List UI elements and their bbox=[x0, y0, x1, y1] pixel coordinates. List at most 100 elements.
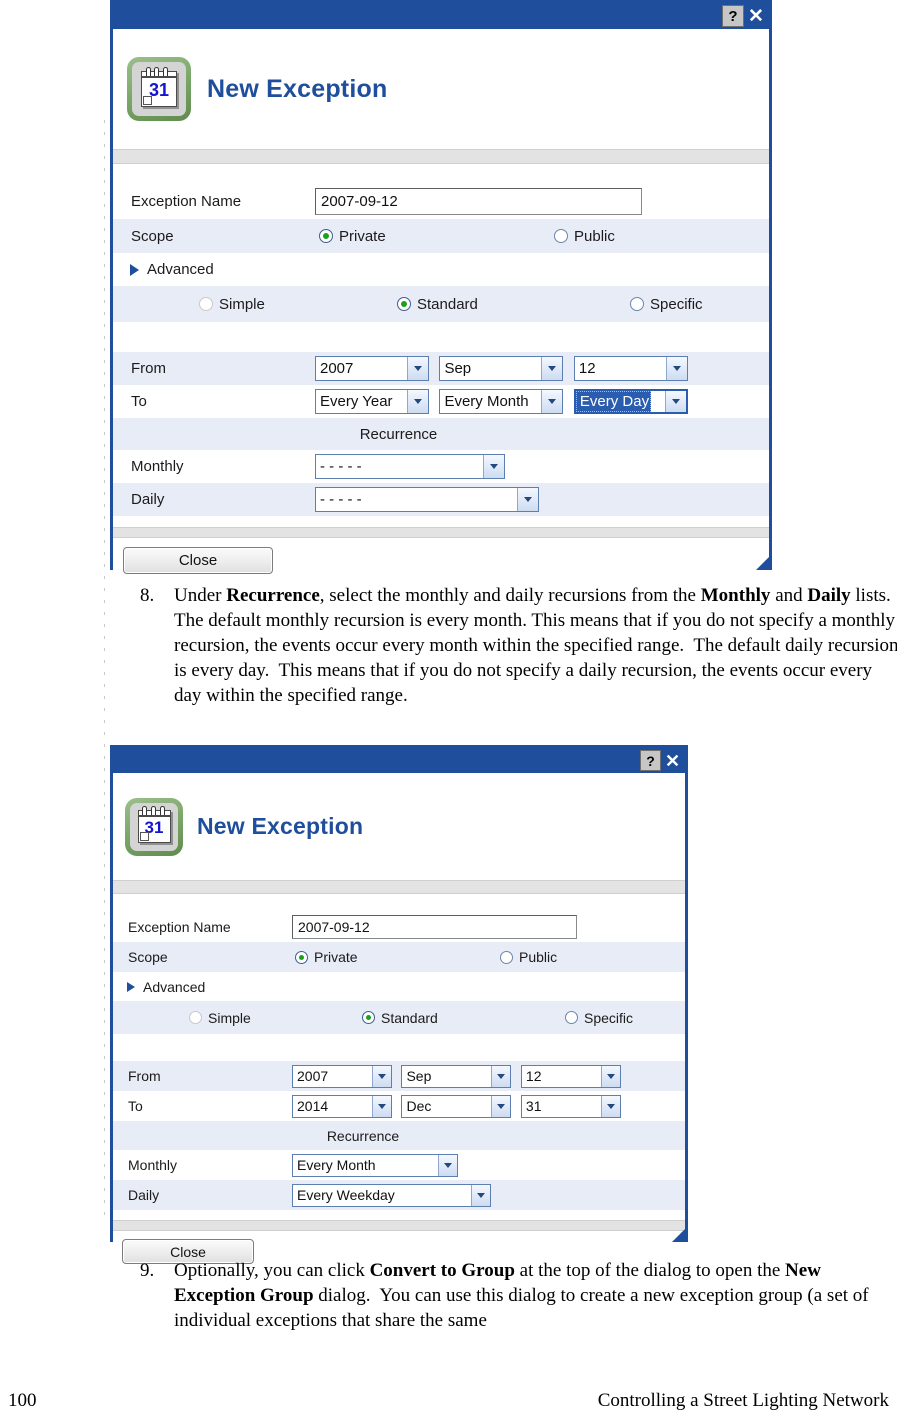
step-9-text: Optionally, you can click Convert to Gro… bbox=[174, 1260, 869, 1331]
from-year-select[interactable]: 2007 bbox=[315, 356, 429, 381]
chevron-down-icon[interactable] bbox=[407, 357, 428, 380]
mode-option-standard[interactable]: Standard bbox=[288, 1010, 493, 1026]
to-day-value: 31 bbox=[525, 1098, 542, 1114]
monthly-value: - - - - - bbox=[320, 458, 362, 475]
to-row: To Every Year Every Month Every Day bbox=[113, 385, 769, 418]
scope-row: Scope Private Public bbox=[113, 219, 769, 253]
radio-icon bbox=[295, 950, 308, 964]
to-month-value: Dec bbox=[406, 1098, 432, 1114]
exception-name-label: Exception Name bbox=[113, 911, 288, 942]
monthly-value: Every Month bbox=[297, 1157, 376, 1173]
to-month-select[interactable]: Dec bbox=[401, 1094, 512, 1118]
scope-label: Scope bbox=[113, 219, 311, 253]
monthly-select[interactable]: Every Month bbox=[292, 1153, 458, 1177]
chevron-down-icon[interactable] bbox=[491, 1065, 511, 1087]
help-icon[interactable]: ? bbox=[722, 5, 744, 27]
chevron-down-icon[interactable] bbox=[438, 1154, 457, 1176]
chevron-down-icon[interactable] bbox=[665, 357, 687, 380]
advanced-row: Advanced bbox=[113, 972, 685, 1001]
mode-option-specific-label: Specific bbox=[584, 1009, 634, 1026]
mode-option-specific[interactable]: Specific bbox=[493, 1010, 685, 1026]
scope-option-public[interactable]: Public bbox=[546, 228, 769, 245]
header-divider-band bbox=[113, 149, 769, 164]
dialog-title: New Exception bbox=[197, 813, 364, 839]
close-icon[interactable]: ✕ bbox=[746, 6, 766, 26]
scan-artifact-rule bbox=[104, 120, 105, 1220]
exception-name-input[interactable]: 2007-09-12 bbox=[292, 914, 577, 939]
advanced-toggle[interactable]: Advanced bbox=[113, 979, 685, 995]
to-year-select[interactable]: 2014 bbox=[292, 1094, 392, 1118]
chevron-down-icon[interactable] bbox=[541, 357, 563, 380]
from-year-select[interactable]: 2007 bbox=[292, 1064, 392, 1088]
new-exception-dialog-1: ? ✕ 31 New Exception Exception Name 2007… bbox=[110, 0, 772, 594]
from-day-select[interactable]: 12 bbox=[573, 356, 688, 381]
mode-option-simple[interactable]: Simple bbox=[113, 296, 311, 313]
scope-option-public[interactable]: Public bbox=[493, 949, 685, 965]
recurrence-header-row: Recurrence bbox=[113, 418, 769, 450]
new-exception-dialog-2: ? ✕ 31 New Exception Exception Name 2007… bbox=[110, 745, 688, 1281]
chevron-right-icon bbox=[130, 263, 139, 276]
to-day-select[interactable]: 31 bbox=[520, 1094, 621, 1118]
chevron-down-icon[interactable] bbox=[483, 455, 504, 478]
daily-select[interactable]: Every Weekday bbox=[292, 1183, 491, 1207]
chevron-down-icon[interactable] bbox=[372, 1095, 391, 1117]
header-divider-band bbox=[113, 880, 685, 894]
exception-form: Exception Name 2007-09-12 Scope Private bbox=[113, 184, 769, 516]
mode-row: Simple Standard Specific bbox=[113, 1001, 685, 1034]
from-month-value: Sep bbox=[444, 360, 472, 377]
from-month-select[interactable]: Sep bbox=[439, 356, 564, 381]
mode-option-standard[interactable]: Standard bbox=[311, 296, 546, 313]
mode-option-simple[interactable]: Simple bbox=[113, 1010, 288, 1026]
document-page: ? ✕ 31 New Exception Exception Name 2007… bbox=[0, 0, 897, 1423]
spacer-row bbox=[113, 1034, 685, 1061]
scope-option-public-label: Public bbox=[574, 227, 615, 245]
from-day-select[interactable]: 12 bbox=[520, 1064, 621, 1088]
chevron-down-icon[interactable] bbox=[471, 1184, 490, 1206]
from-month-select[interactable]: Sep bbox=[401, 1064, 512, 1088]
chevron-down-icon[interactable] bbox=[407, 390, 428, 413]
calendar-icon: 31 bbox=[127, 57, 191, 121]
radio-icon bbox=[554, 229, 568, 243]
dialog-titlebar: ? ✕ bbox=[113, 748, 685, 773]
chevron-down-icon[interactable] bbox=[600, 1065, 620, 1087]
exception-form: Exception Name 2007-09-12 Scope Private bbox=[113, 911, 685, 1210]
chevron-down-icon[interactable] bbox=[517, 488, 538, 511]
page-footer: 100 Controlling a Street Lighting Networ… bbox=[0, 1390, 897, 1416]
from-day-value: 12 bbox=[525, 1068, 542, 1084]
help-icon[interactable]: ? bbox=[640, 750, 661, 771]
close-icon[interactable]: ✕ bbox=[663, 751, 682, 770]
to-day-select[interactable]: Every Day bbox=[573, 389, 688, 414]
scope-option-private[interactable]: Private bbox=[311, 228, 546, 245]
advanced-label: Advanced bbox=[143, 978, 206, 995]
step-8-paragraph: 8. Under Recurrence, select the monthly … bbox=[140, 583, 897, 708]
chevron-down-icon[interactable] bbox=[372, 1065, 391, 1087]
footer-divider-band bbox=[113, 527, 769, 538]
radio-icon bbox=[199, 297, 213, 311]
monthly-select[interactable]: - - - - - bbox=[315, 454, 505, 479]
exception-name-input[interactable]: 2007-09-12 bbox=[315, 188, 642, 215]
exception-name-row: Exception Name 2007-09-12 bbox=[113, 184, 769, 219]
chevron-down-icon[interactable] bbox=[664, 391, 686, 412]
advanced-toggle[interactable]: Advanced bbox=[113, 261, 769, 278]
dialog-body: 31 New Exception Exception Name 2007-09-… bbox=[113, 29, 769, 594]
from-month-value: Sep bbox=[406, 1068, 432, 1084]
dialog-corner-bevel bbox=[756, 554, 772, 570]
chevron-down-icon[interactable] bbox=[541, 390, 563, 413]
to-day-value: Every Day bbox=[575, 391, 652, 412]
chevron-down-icon[interactable] bbox=[491, 1095, 511, 1117]
scope-option-public-label: Public bbox=[519, 949, 558, 965]
chevron-down-icon[interactable] bbox=[600, 1095, 620, 1117]
mode-option-specific[interactable]: Specific bbox=[546, 296, 769, 313]
to-year-select[interactable]: Every Year bbox=[315, 389, 429, 414]
close-button[interactable]: Close bbox=[123, 547, 273, 574]
from-year-value: 2007 bbox=[320, 360, 354, 377]
page-number: 100 bbox=[8, 1390, 37, 1411]
mode-option-standard-label: Standard bbox=[381, 1009, 438, 1026]
scope-option-private[interactable]: Private bbox=[288, 949, 493, 965]
radio-icon bbox=[319, 229, 333, 243]
dialog-header: 31 New Exception bbox=[113, 29, 769, 149]
daily-row: Daily - - - - - bbox=[113, 483, 769, 516]
to-month-select[interactable]: Every Month bbox=[439, 389, 564, 414]
daily-label: Daily bbox=[113, 1180, 288, 1210]
daily-select[interactable]: - - - - - bbox=[315, 487, 539, 512]
